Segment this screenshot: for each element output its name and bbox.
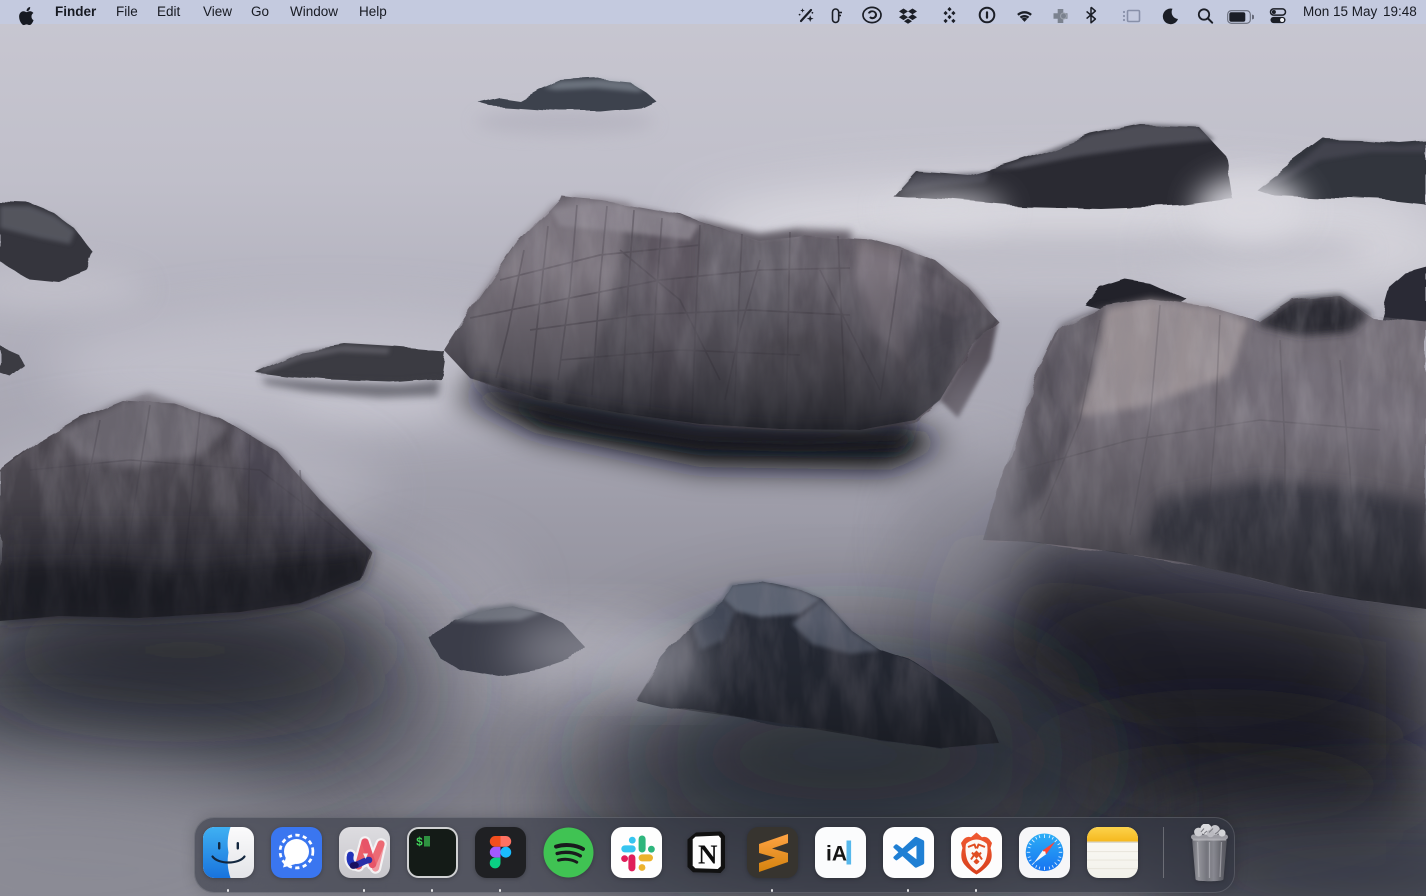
svg-text:N: N: [698, 840, 718, 870]
svg-text:$: $: [416, 837, 423, 850]
svg-text:iA: iA: [826, 843, 847, 866]
